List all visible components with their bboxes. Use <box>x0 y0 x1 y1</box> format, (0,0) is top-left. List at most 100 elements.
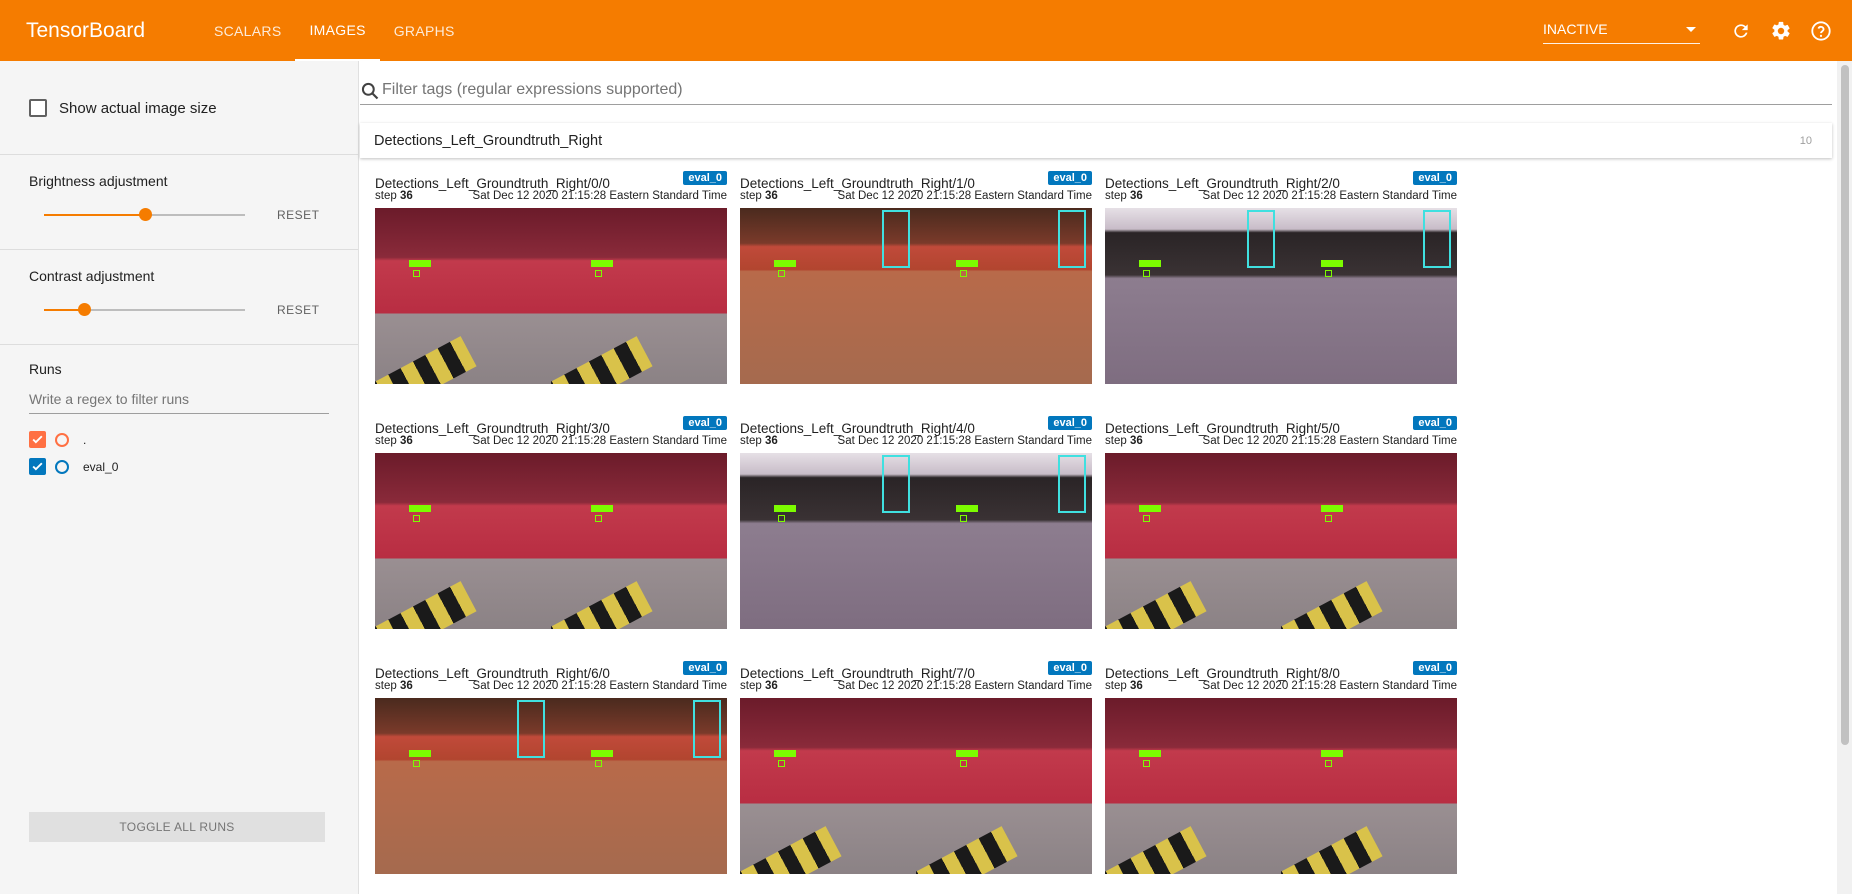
status-dropdown[interactable]: INACTIVE <box>1543 17 1700 44</box>
step-label: step <box>1105 435 1127 447</box>
detection-image[interactable] <box>1105 698 1457 874</box>
image-half-left <box>1105 453 1281 629</box>
run-item-dot[interactable]: . <box>29 426 329 453</box>
image-half-left <box>375 698 551 874</box>
contrast-reset-button[interactable]: RESET <box>277 303 320 317</box>
image-half-right <box>1281 208 1457 384</box>
detection-image[interactable] <box>740 453 1092 629</box>
run-checkbox[interactable] <box>29 431 46 448</box>
run-item-eval[interactable]: eval_0 <box>29 453 329 480</box>
image-half-right <box>551 698 727 874</box>
tag-group-header[interactable]: Detections_Left_Groundtruth_Right 10 <box>360 123 1832 158</box>
checkbox-box[interactable] <box>29 99 47 117</box>
show-actual-size-checkbox[interactable]: Show actual image size <box>29 61 329 155</box>
step-value: 36 <box>1129 435 1143 447</box>
runs-filter-input[interactable]: Write a regex to filter runs <box>29 391 329 414</box>
step-info: step 36 <box>375 680 413 692</box>
brightness-slider[interactable] <box>44 208 245 221</box>
image-half-left <box>375 208 551 384</box>
status-dropdown-value: INACTIVE <box>1543 21 1608 37</box>
brightness-label: Brightness adjustment <box>29 173 168 189</box>
image-card[interactable]: Detections_Left_Groundtruth_Right/6/0 eva… <box>375 656 727 874</box>
image-card[interactable]: Detections_Left_Groundtruth_Right/1/0 eva… <box>740 166 1092 384</box>
brightness-reset-button[interactable]: RESET <box>277 208 320 222</box>
image-card-title: Detections_Left_Groundtruth_Right/1/0 <box>740 176 975 191</box>
image-card[interactable]: Detections_Left_Groundtruth_Right/7/0 eva… <box>740 656 1092 874</box>
tab-scalars[interactable]: SCALARS <box>200 0 295 61</box>
step-info: step 36 <box>375 435 413 447</box>
timestamp: Sat Dec 12 2020 21:15:28 Eastern Standar… <box>472 190 727 202</box>
scrollbar-thumb[interactable] <box>1841 65 1849 745</box>
toggle-all-runs-button[interactable]: TOGGLE ALL RUNS <box>29 812 325 842</box>
tag-group-count: 10 <box>1799 134 1812 147</box>
settings-icon[interactable] <box>1768 18 1794 44</box>
step-value: 36 <box>764 680 778 692</box>
tag-group-title: Detections_Left_Groundtruth_Right <box>374 132 603 149</box>
timestamp: Sat Dec 12 2020 21:15:28 Eastern Standar… <box>472 435 727 447</box>
step-label: step <box>375 190 397 202</box>
chevron-down-icon <box>1686 26 1696 32</box>
timestamp: Sat Dec 12 2020 21:15:28 Eastern Standar… <box>837 190 1092 202</box>
image-half-left <box>1105 208 1281 384</box>
tab-images[interactable]: IMAGES <box>295 0 380 61</box>
contrast-slider[interactable] <box>44 303 245 316</box>
timestamp: Sat Dec 12 2020 21:15:28 Eastern Standar… <box>837 680 1092 692</box>
image-card[interactable]: Detections_Left_Groundtruth_Right/4/0 eva… <box>740 411 1092 629</box>
run-badge: eval_0 <box>683 171 727 185</box>
image-card[interactable]: Detections_Left_Groundtruth_Right/2/0 eva… <box>1105 166 1457 384</box>
detection-image[interactable] <box>1105 208 1457 384</box>
main-content: Filter tags (regular expressions support… <box>360 61 1852 894</box>
step-info: step 36 <box>740 680 778 692</box>
image-half-right <box>1281 453 1457 629</box>
brightness-slider-fill <box>44 214 145 216</box>
step-info: step 36 <box>1105 680 1143 692</box>
timestamp: Sat Dec 12 2020 21:15:28 Eastern Standar… <box>837 435 1092 447</box>
scrollbar[interactable] <box>1837 61 1852 894</box>
timestamp: Sat Dec 12 2020 21:15:28 Eastern Standar… <box>1202 190 1457 202</box>
tag-filter-placeholder: Filter tags (regular expressions support… <box>382 81 683 98</box>
image-card-title: Detections_Left_Groundtruth_Right/4/0 <box>740 421 975 436</box>
step-label: step <box>740 680 762 692</box>
detection-image[interactable] <box>740 208 1092 384</box>
run-badge: eval_0 <box>1413 661 1457 675</box>
run-badge: eval_0 <box>683 416 727 430</box>
step-label: step <box>740 190 762 202</box>
runs-title: Runs <box>29 361 62 377</box>
run-badge: eval_0 <box>1048 661 1092 675</box>
image-card[interactable]: Detections_Left_Groundtruth_Right/3/0 eva… <box>375 411 727 629</box>
run-color-swatch[interactable] <box>55 459 69 474</box>
run-checkbox[interactable] <box>29 458 46 475</box>
detection-image[interactable] <box>375 208 727 384</box>
run-color-swatch[interactable] <box>55 432 69 447</box>
tag-filter-input[interactable]: Filter tags (regular expressions support… <box>360 76 1832 105</box>
search-icon <box>361 82 379 100</box>
image-half-left <box>740 453 916 629</box>
image-card-title: Detections_Left_Groundtruth_Right/3/0 <box>375 421 610 436</box>
detection-image[interactable] <box>740 698 1092 874</box>
tab-graphs[interactable]: GRAPHS <box>380 0 469 61</box>
brightness-slider-knob[interactable] <box>138 208 152 221</box>
sidebar: Show actual image size Brightness adjust… <box>0 61 359 894</box>
image-card[interactable]: Detections_Left_Groundtruth_Right/5/0 eva… <box>1105 411 1457 629</box>
image-half-right <box>551 453 727 629</box>
run-name: . <box>83 432 87 447</box>
refresh-icon[interactable] <box>1728 18 1754 44</box>
contrast-slider-knob[interactable] <box>78 303 92 316</box>
image-half-left <box>740 208 916 384</box>
help-icon[interactable] <box>1808 18 1834 44</box>
step-label: step <box>1105 680 1127 692</box>
detection-image[interactable] <box>375 698 727 874</box>
step-value: 36 <box>764 190 778 202</box>
step-value: 36 <box>399 680 413 692</box>
step-value: 36 <box>1129 680 1143 692</box>
step-info: step 36 <box>740 190 778 202</box>
image-card[interactable]: Detections_Left_Groundtruth_Right/0/0 eva… <box>375 166 727 384</box>
image-card[interactable]: Detections_Left_Groundtruth_Right/8/0 eva… <box>1105 656 1457 874</box>
run-badge: eval_0 <box>1413 416 1457 430</box>
detection-image[interactable] <box>1105 453 1457 629</box>
image-card-title: Detections_Left_Groundtruth_Right/2/0 <box>1105 176 1340 191</box>
step-info: step 36 <box>1105 435 1143 447</box>
image-card-title: Detections_Left_Groundtruth_Right/0/0 <box>375 176 610 191</box>
detection-image[interactable] <box>375 453 727 629</box>
step-value: 36 <box>1129 190 1143 202</box>
